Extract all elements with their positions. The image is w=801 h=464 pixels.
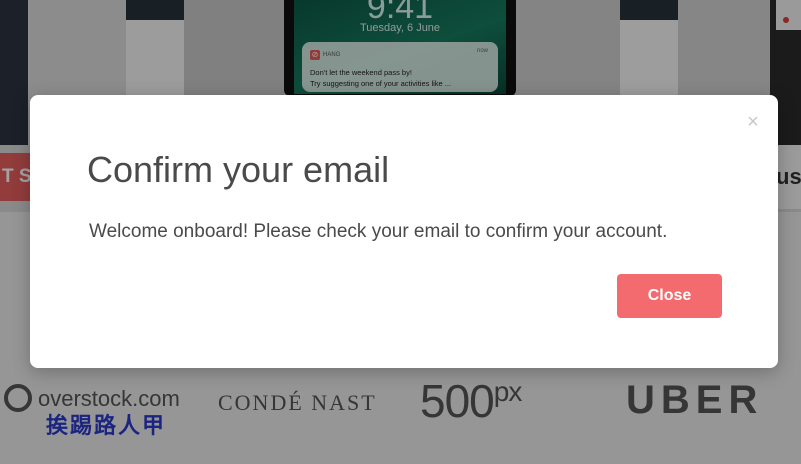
dialog-title: Confirm your email: [87, 149, 390, 190]
close-button[interactable]: Close: [617, 274, 722, 318]
confirm-email-dialog: × Confirm your email Welcome onboard! Pl…: [30, 95, 778, 368]
close-icon[interactable]: ×: [744, 112, 762, 132]
dialog-message: Welcome onboard! Please check your email…: [89, 221, 668, 242]
